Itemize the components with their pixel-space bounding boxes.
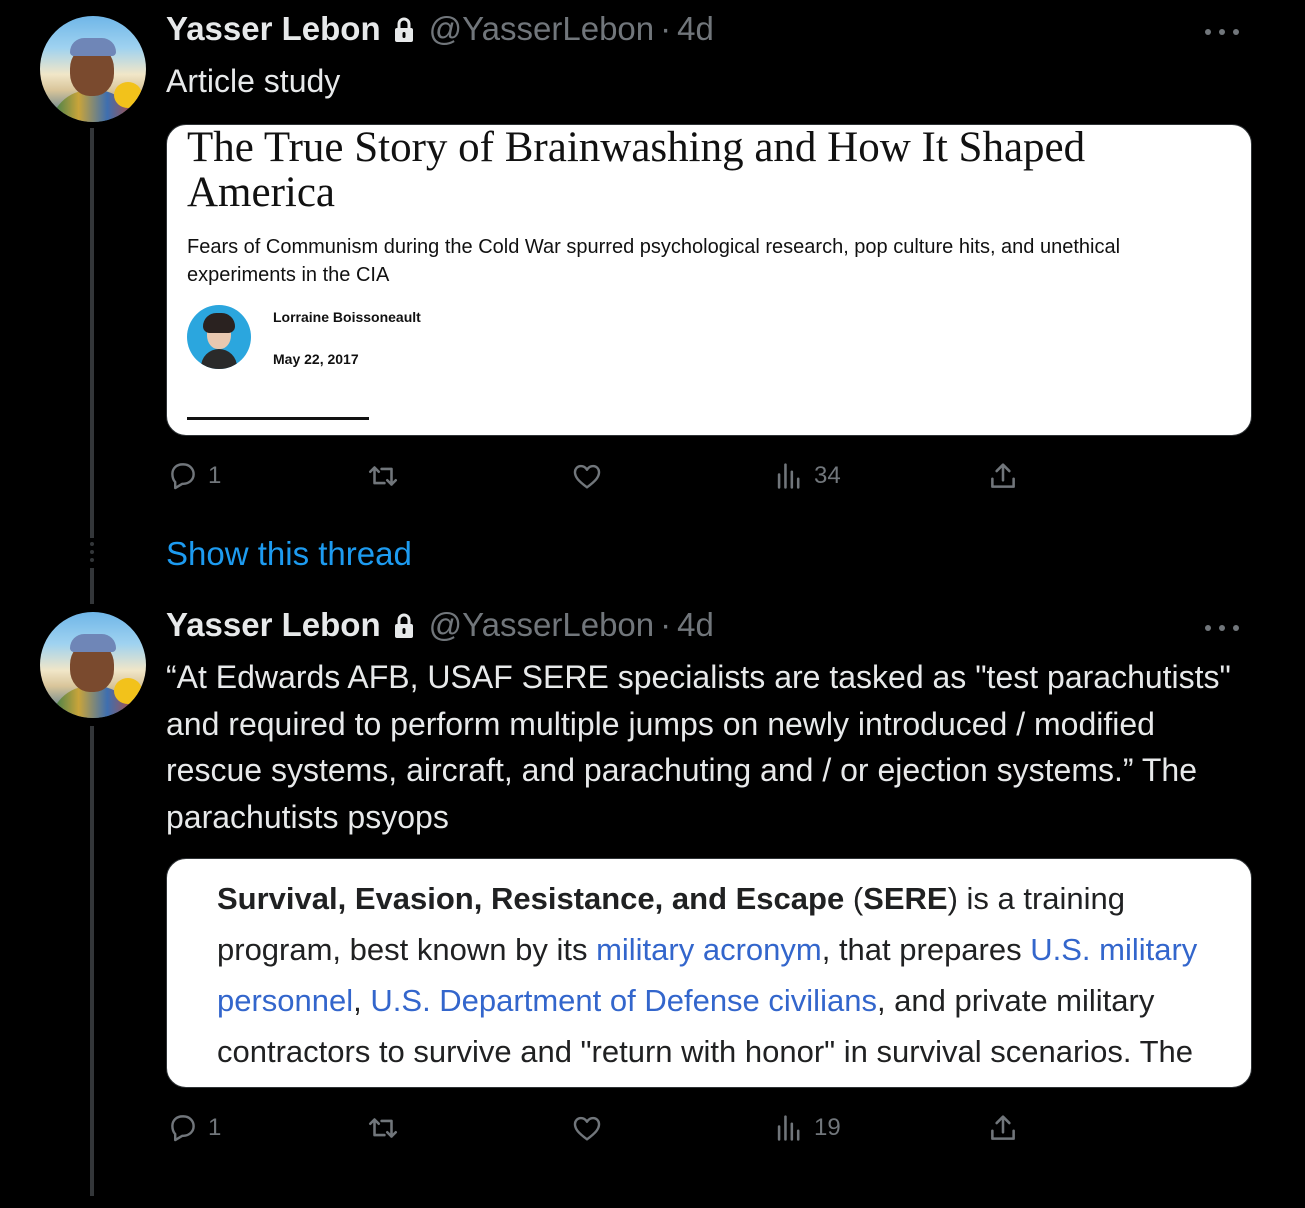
retweet-button[interactable] [366,1108,408,1148]
retweet-button[interactable] [366,456,408,496]
reply-button[interactable]: 1 [166,456,221,496]
reply-icon [171,1115,195,1142]
tweet[interactable]: Yasser Lebon @YasserLebon · 4d Article s… [0,0,1305,520]
wiki-text: , [353,983,371,1018]
wiki-text: , that prepares [821,932,1031,967]
article-card[interactable]: The True Story of Brainwashing and How I… [166,124,1252,436]
lock-icon [394,613,413,638]
thread-gap-dots [89,542,95,562]
views-count: 19 [814,1114,841,1141]
wiki-card[interactable]: Survival, Evasion, Resistance, and Escap… [166,858,1252,1088]
lock-icon [394,17,413,42]
timestamp[interactable]: 4d [677,10,714,48]
views-icon [777,463,800,489]
separator: · [660,10,672,47]
tweet-text: Article study [166,63,341,99]
wiki-bold-term: Survival, Evasion, Resistance, and Escap… [217,881,845,916]
retweet-icon [368,466,398,486]
reply-count: 1 [208,1114,222,1141]
tweet-text: “At Edwards AFB, USAF SERE specialists a… [166,659,1231,835]
share-button[interactable] [986,456,1020,496]
author-handle[interactable]: @YasserLebon [429,606,655,644]
wiki-excerpt: Survival, Evasion, Resistance, and Escap… [217,873,1247,1077]
author-handle[interactable]: @YasserLebon [429,10,655,48]
like-button[interactable] [570,456,612,496]
wiki-link[interactable]: U.S. Department of Defense civilians [370,983,877,1018]
wiki-abbr: SERE [863,881,948,916]
views-button[interactable]: 19 [772,1108,841,1148]
views-button[interactable]: 34 [772,456,841,496]
share-icon [991,1115,1015,1140]
tweet-actions: 1 19 [166,1108,1066,1148]
avatar[interactable] [40,612,146,718]
reply-icon [171,463,195,490]
share-icon [991,463,1015,488]
article-title: The True Story of Brainwashing and How I… [187,124,1086,216]
tweet-header: Yasser Lebon @YasserLebon · 4d [166,606,714,646]
author-name[interactable]: Yasser Lebon [166,10,381,48]
more-icon[interactable] [1205,623,1239,633]
timestamp[interactable]: 4d [677,606,714,644]
reply-count: 1 [208,462,222,489]
separator: · [660,606,672,643]
author-name[interactable]: Yasser Lebon [166,606,381,644]
like-icon [573,1116,601,1141]
article-dek: Fears of Communism during the Cold War s… [187,236,1121,286]
views-count: 34 [814,462,841,489]
tweet[interactable]: Yasser Lebon @YasserLebon · 4d “At Edwar… [0,596,1305,1196]
tweet-actions: 1 34 [166,456,1066,496]
like-icon [573,464,601,489]
retweet-icon [368,1118,398,1138]
wiki-text: ( [844,881,864,916]
wiki-link[interactable]: military acronym [596,932,822,967]
avatar[interactable] [40,16,146,122]
like-button[interactable] [570,1108,612,1148]
show-thread-link[interactable]: Show this thread [166,535,412,573]
views-icon [777,1115,800,1141]
author-avatar [187,305,251,369]
tweet-header: Yasser Lebon @YasserLebon · 4d [166,10,714,50]
reply-button[interactable]: 1 [166,1108,221,1148]
divider [187,417,369,420]
article-author: Lorraine Boissoneault [273,309,421,325]
share-button[interactable] [986,1108,1020,1148]
more-icon[interactable] [1205,27,1239,37]
article-date: May 22, 2017 [273,351,359,367]
